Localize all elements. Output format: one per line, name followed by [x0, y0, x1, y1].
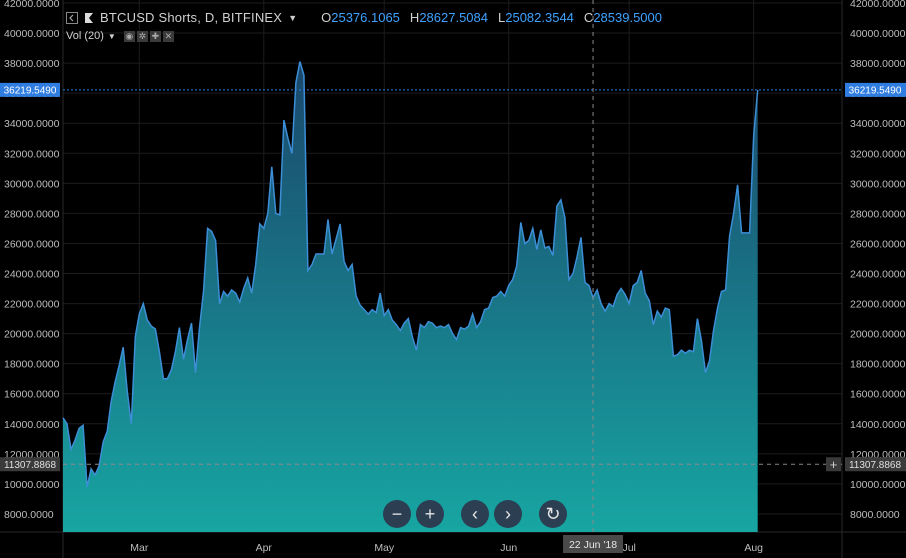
y-tick-label: 20000.0000 — [850, 329, 906, 341]
y-tick-label: 14000.0000 — [4, 419, 60, 431]
zoom-in-icon[interactable]: + — [416, 500, 444, 528]
y-tick-label: 38000.0000 — [4, 58, 60, 70]
scroll-right-icon[interactable]: › — [494, 500, 522, 528]
y-tick-label: 8000.0000 — [4, 509, 54, 521]
last-price-tag-right: 36219.5490 — [849, 85, 902, 96]
y-tick-label: 20000.0000 — [4, 329, 60, 341]
y-tick-label: 40000.0000 — [850, 28, 906, 40]
x-axis: Mar Apr May Jun Jul Aug — [130, 542, 763, 554]
y-tick-label: 22000.0000 — [850, 299, 906, 311]
y-tick-label: 8000.0000 — [850, 509, 900, 521]
plus-icon[interactable]: + — [830, 457, 838, 472]
y-tick-label: 30000.0000 — [4, 178, 60, 190]
y-tick-label: 34000.0000 — [4, 118, 60, 130]
x-tick-label: Jul — [622, 542, 635, 554]
y-tick-label: 10000.0000 — [4, 479, 60, 491]
y-axis-left: 8000.000010000.000012000.000014000.00001… — [4, 0, 60, 521]
price-chart[interactable]: 8000.000010000.000012000.000014000.00001… — [0, 0, 906, 558]
scroll-left-icon[interactable]: ‹ — [461, 500, 489, 528]
chevron-down-icon[interactable]: ▼ — [108, 32, 116, 41]
y-tick-label: 18000.0000 — [850, 359, 906, 371]
crosshair-price-right: 11307.8868 — [849, 460, 902, 471]
gear-icon[interactable]: ✲ — [136, 30, 148, 42]
zoom-out-icon[interactable]: − — [383, 500, 411, 528]
y-tick-label: 32000.0000 — [4, 148, 60, 160]
high-label: H — [409, 10, 420, 25]
crosshair-price-left: 11307.8868 — [4, 460, 57, 471]
y-tick-label: 30000.0000 — [850, 178, 906, 190]
y-tick-label: 34000.0000 — [850, 118, 906, 130]
x-tick-label: Jun — [500, 542, 517, 554]
y-tick-label: 24000.0000 — [4, 269, 60, 281]
y-tick-label: 38000.0000 — [850, 58, 906, 70]
last-price-tag-left: 36219.5490 — [4, 85, 57, 96]
y-tick-label: 26000.0000 — [4, 238, 60, 250]
indicator-buttons: ◉ ✲ ✚ ✕ — [123, 30, 174, 42]
chart-legend: BTCUSD Shorts, D, BITFINEX ▼ O25376.1065… — [66, 10, 662, 25]
close-icon[interactable]: ✕ — [162, 30, 174, 42]
chevron-collapse-icon[interactable] — [66, 11, 78, 24]
y-tick-label: 28000.0000 — [4, 208, 60, 220]
indicator-legend: Vol (20) ▼ ◉ ✲ ✚ ✕ — [66, 30, 174, 42]
reset-icon[interactable]: ↻ — [539, 500, 567, 528]
x-tick-label: May — [374, 542, 395, 554]
y-axis-right: 8000.000010000.000012000.000014000.00001… — [850, 0, 906, 521]
symbol-label[interactable]: BTCUSD Shorts, D, BITFINEX — [100, 10, 282, 25]
more-icon[interactable]: ✚ — [149, 30, 161, 42]
y-tick-label: 32000.0000 — [850, 148, 906, 160]
indicator-label[interactable]: Vol (20) — [66, 30, 104, 42]
y-tick-label: 42000.0000 — [4, 0, 60, 10]
y-tick-label: 28000.0000 — [850, 208, 906, 220]
y-tick-label: 16000.0000 — [850, 389, 906, 401]
low-value: 25082.3544 — [505, 10, 574, 25]
x-tick-label: Aug — [744, 542, 763, 554]
x-tick-label: Apr — [256, 542, 273, 554]
y-tick-label: 26000.0000 — [850, 238, 906, 250]
y-tick-label: 16000.0000 — [4, 389, 60, 401]
ohlc-values: O25376.1065 H28627.5084 L25082.3544 C285… — [321, 10, 662, 25]
open-value: 25376.1065 — [331, 10, 400, 25]
y-tick-label: 22000.0000 — [4, 299, 60, 311]
close-value: 28539.5000 — [593, 10, 662, 25]
y-tick-label: 14000.0000 — [850, 419, 906, 431]
crosshair-date: 22 Jun '18 — [569, 539, 617, 551]
high-value: 28627.5084 — [419, 10, 488, 25]
y-tick-label: 10000.0000 — [850, 479, 906, 491]
area-fill — [63, 61, 758, 532]
y-tick-label: 40000.0000 — [4, 28, 60, 40]
y-tick-label: 24000.0000 — [850, 269, 906, 281]
y-tick-label: 42000.0000 — [850, 0, 906, 10]
close-label: C — [583, 10, 594, 25]
eye-icon[interactable]: ◉ — [123, 30, 135, 42]
chevron-down-icon[interactable]: ▼ — [288, 13, 297, 23]
open-label: O — [321, 10, 332, 25]
y-tick-label: 18000.0000 — [4, 359, 60, 371]
x-tick-label: Mar — [130, 542, 149, 554]
flag-icon — [85, 12, 93, 23]
